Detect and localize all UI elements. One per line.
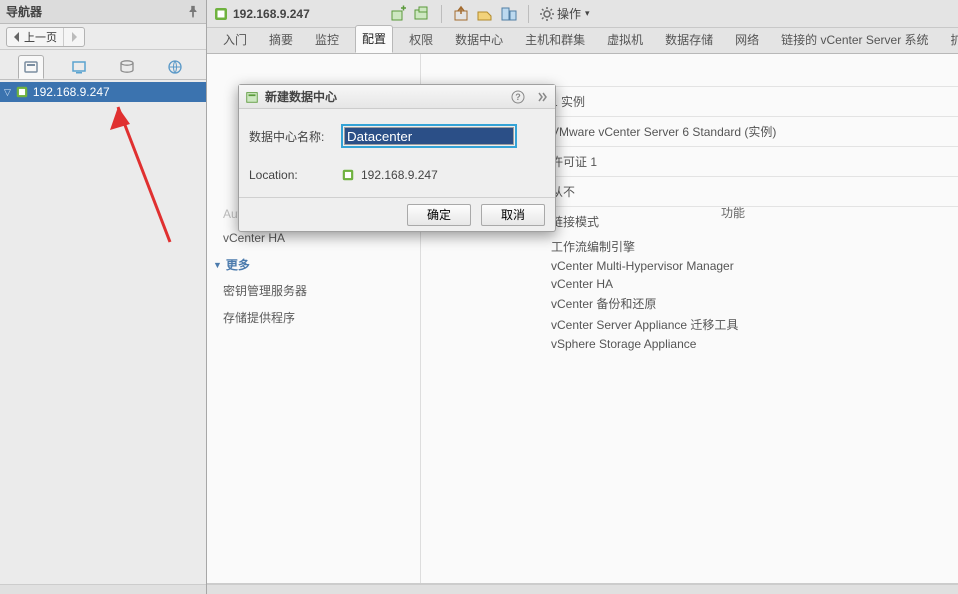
vcenter-icon	[213, 6, 229, 22]
info-row: VMware vCenter Server 6 Standard (实例)	[547, 116, 958, 146]
svg-text:?: ?	[515, 92, 521, 102]
view-tab-storage[interactable]	[114, 55, 140, 79]
info-row: vCenter 备份和还原	[547, 293, 958, 314]
tab-7[interactable]: 虚拟机	[601, 27, 649, 53]
tab-3[interactable]: 配置	[355, 25, 393, 53]
tab-6[interactable]: 主机和群集	[519, 27, 591, 53]
help-icon[interactable]: ?	[511, 90, 525, 104]
info-row: vCenter Server Appliance 迁移工具	[547, 314, 958, 335]
ok-button[interactable]: 确定	[407, 204, 471, 226]
toolbar-export-icon[interactable]	[452, 5, 470, 23]
back-button[interactable]: 上一页	[7, 28, 64, 46]
toolbar-new-folder-icon[interactable]	[413, 5, 431, 23]
tree-item-vcenter[interactable]: ▽ 192.168.9.247	[0, 82, 206, 102]
tab-11[interactable]: 扩展	[945, 27, 958, 53]
toolbar-assign-icon[interactable]	[500, 5, 518, 23]
dialog-title: 新建数据中心	[265, 88, 337, 105]
toolbar-new-dc-icon[interactable]	[389, 5, 407, 23]
sidemenu-item-keys[interactable]: 密钥管理服务器	[213, 277, 414, 304]
view-tab-vms[interactable]	[66, 55, 92, 79]
chevron-down-icon: ▾	[585, 8, 590, 19]
sidemenu-item-storage-providers[interactable]: 存储提供程序	[213, 304, 414, 331]
info-row: 链接模式	[547, 206, 958, 236]
info-sublist: 工作流编制引擎 vCenter Multi-Hypervisor Manager…	[547, 236, 958, 353]
main-toolbar: 192.168.9.247 操作 ▾	[207, 0, 958, 28]
tab-5[interactable]: 数据中心	[449, 27, 509, 53]
actions-label: 操作	[557, 5, 581, 22]
dialog-footer: 确定 取消	[239, 197, 555, 231]
object-title: 192.168.9.247	[213, 6, 383, 22]
info-row: 1 实例	[547, 86, 958, 116]
cancel-button[interactable]: 取消	[481, 204, 545, 226]
info-row: 从不	[547, 176, 958, 206]
view-tab-hosts[interactable]	[18, 55, 44, 79]
navigator-title: 导航器	[6, 3, 42, 20]
label-location: Location:	[249, 168, 341, 182]
tab-9[interactable]: 网络	[729, 27, 765, 53]
location-text: 192.168.9.247	[361, 168, 438, 182]
vcenter-icon	[15, 85, 29, 99]
tabs-row: 入门摘要监控配置权限数据中心主机和群集虚拟机数据存储网络链接的 vCenter …	[207, 28, 958, 54]
toolbar-separator	[441, 5, 442, 23]
pin-icon[interactable]	[186, 5, 200, 19]
object-address: 192.168.9.247	[233, 7, 310, 21]
info-row: vSphere Storage Appliance	[547, 335, 958, 353]
back-button-group: 上一页	[6, 27, 85, 47]
tab-0[interactable]: 入门	[217, 27, 253, 53]
maximize-icon[interactable]	[535, 90, 549, 104]
navigator-tree: ▽ 192.168.9.247	[0, 80, 206, 584]
tab-2[interactable]: 监控	[309, 27, 345, 53]
datacenter-icon	[245, 90, 259, 104]
navigator-header: 导航器	[0, 0, 206, 24]
chevron-down-icon: ▼	[213, 260, 222, 270]
tab-8[interactable]: 数据存储	[659, 27, 719, 53]
tab-10[interactable]: 链接的 vCenter Server 系统	[775, 27, 934, 53]
new-datacenter-dialog: 新建数据中心 ? 数据中心名称: Location: 192.168.9.247…	[238, 84, 556, 232]
tab-4[interactable]: 权限	[403, 27, 439, 53]
label-dc-name: 数据中心名称:	[249, 128, 341, 145]
info-table: 1 实例 VMware vCenter Server 6 Standard (实…	[547, 86, 958, 353]
main-footer	[207, 584, 958, 594]
dc-name-input[interactable]	[344, 127, 514, 145]
vcenter-icon	[341, 168, 355, 182]
tab-1[interactable]: 摘要	[263, 27, 299, 53]
view-tab-network[interactable]	[162, 55, 188, 79]
navigator-footer	[0, 584, 206, 594]
actions-dropdown[interactable]: 操作 ▾	[539, 5, 590, 22]
toolbar-separator	[528, 5, 529, 23]
info-row: 许可证 1	[547, 146, 958, 176]
info-row: 工作流编制引擎	[547, 236, 958, 257]
expand-icon[interactable]: ▽	[4, 87, 11, 98]
forward-button[interactable]	[64, 28, 84, 46]
toolbar-deploy-icon[interactable]	[476, 5, 494, 23]
tree-item-label: 192.168.9.247	[33, 85, 110, 99]
info-row: vCenter HA	[547, 275, 958, 293]
navigator-back-row: 上一页	[0, 24, 206, 50]
back-button-label: 上一页	[24, 29, 57, 45]
partial-label-gongneng: 功能	[721, 204, 745, 221]
sidemenu-group-label: 更多	[226, 256, 250, 273]
info-row: vCenter Multi-Hypervisor Manager	[547, 257, 958, 275]
dialog-body: 数据中心名称: Location: 192.168.9.247	[239, 109, 555, 197]
navigator-panel: 导航器 上一页	[0, 0, 207, 594]
dc-name-input-wrap	[341, 124, 517, 148]
navigator-view-tabs	[0, 50, 206, 80]
gear-icon	[539, 6, 555, 22]
dialog-titlebar[interactable]: 新建数据中心 ?	[239, 85, 555, 109]
sidemenu-group-more[interactable]: ▼ 更多	[213, 250, 414, 277]
location-value: 192.168.9.247	[341, 168, 545, 182]
